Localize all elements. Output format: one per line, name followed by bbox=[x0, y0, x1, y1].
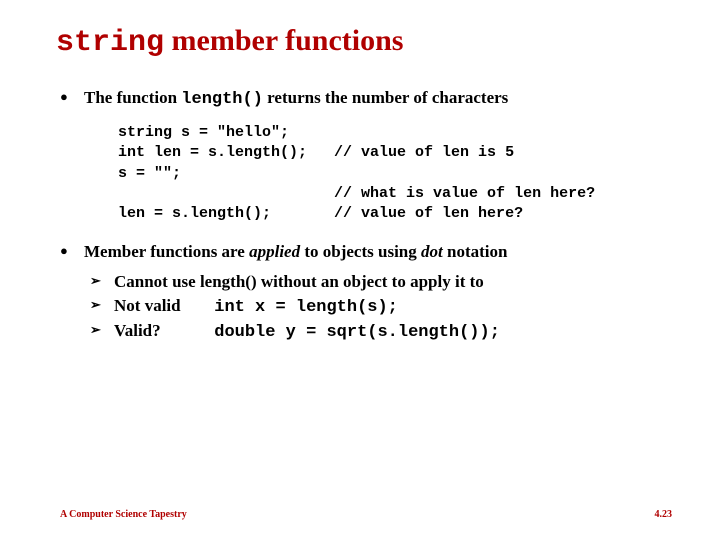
sub-c-code: double y = sqrt(s.length()); bbox=[214, 323, 500, 342]
b2-i2: dot bbox=[421, 242, 443, 261]
bullet2-text: Member functions are applied to objects … bbox=[84, 242, 507, 261]
bullet1-t1: The function bbox=[84, 88, 181, 107]
title-mono: string bbox=[56, 26, 164, 60]
bullet1-mono: length() bbox=[181, 90, 263, 109]
sub-list: Cannot use length() without an object to… bbox=[84, 272, 672, 342]
b2-t2: to objects using bbox=[300, 242, 421, 261]
sub-c-label: Valid? bbox=[114, 321, 210, 341]
bullet1-t2: returns the number of characters bbox=[263, 88, 508, 107]
sub-cannot-use: Cannot use length() without an object to… bbox=[84, 272, 672, 292]
bullet-list: The function length() returns the number… bbox=[60, 88, 672, 342]
bullet-dot-notation: Member functions are applied to objects … bbox=[60, 242, 672, 342]
b2-t3: notation bbox=[443, 242, 508, 261]
slide-title: string member functions bbox=[56, 24, 672, 60]
code-block: string s = "hello"; int len = s.length()… bbox=[118, 123, 672, 224]
sub-b-label: Not valid bbox=[114, 296, 210, 316]
sub-valid: Valid? double y = sqrt(s.length()); bbox=[84, 321, 672, 342]
footer-book-title: A Computer Science Tapestry bbox=[60, 509, 187, 520]
bullet-length-fn: The function length() returns the number… bbox=[60, 88, 672, 224]
b2-t1: Member functions are bbox=[84, 242, 249, 261]
sub-a-text: Cannot use length() without an object to… bbox=[114, 272, 484, 291]
sub-not-valid: Not valid int x = length(s); bbox=[84, 296, 672, 317]
slide: string member functions The function len… bbox=[0, 0, 720, 540]
bullet1-text: The function length() returns the number… bbox=[84, 88, 508, 107]
title-rest: member functions bbox=[164, 24, 403, 57]
b2-i1: applied bbox=[249, 242, 300, 261]
sub-b-code: int x = length(s); bbox=[214, 298, 398, 317]
footer-page-number: 4.23 bbox=[655, 509, 673, 520]
